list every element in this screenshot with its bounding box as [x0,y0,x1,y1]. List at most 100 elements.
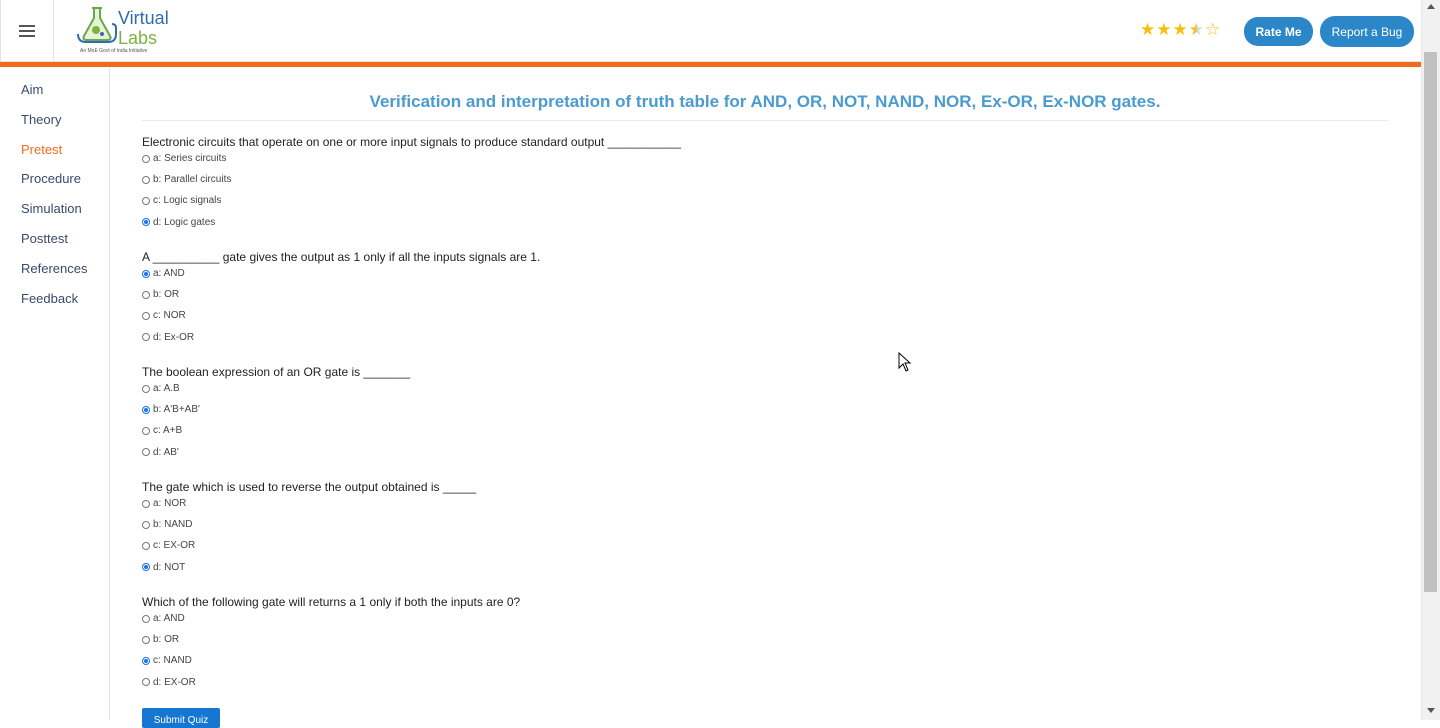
answer-option[interactable]: b: OR [142,634,179,645]
title-divider [142,120,1388,121]
answer-option[interactable]: d: AB' [142,447,179,458]
scroll-up-icon[interactable] [1427,4,1435,9]
logo-line-1: Virtual [118,8,169,28]
header-accent-bar [0,62,1421,67]
radio-button[interactable] [142,290,150,299]
vertical-scrollbar[interactable] [1421,0,1440,720]
radio-button[interactable] [142,563,150,572]
answer-option[interactable]: c: Logic signals [142,195,221,206]
star-full-icon: ★ [1156,20,1172,39]
hamburger-icon [19,25,35,37]
submit-quiz-button[interactable]: Submit Quiz [142,708,220,728]
answer-option[interactable]: d: Ex-OR [142,332,194,343]
question-text: Electronic circuits that operate on one … [142,135,682,149]
answer-option[interactable]: c: NOR [142,310,186,321]
radio-button[interactable] [142,218,150,227]
answer-option-label: d: NOT [153,561,186,573]
answer-option-label: d: Logic gates [153,216,216,228]
radio-button[interactable] [142,426,150,435]
sidebar-item-references[interactable]: References [21,261,87,276]
radio-button[interactable] [142,154,150,163]
sidebar-item-theory[interactable]: Theory [21,112,61,127]
answer-option[interactable]: c: NAND [142,655,192,666]
answer-option-label: d: EX-OR [153,676,196,688]
answer-option[interactable]: a: Series circuits [142,153,226,164]
radio-button[interactable] [142,405,150,414]
question-text: Which of the following gate will returns… [142,595,521,609]
answer-option-label: b: Parallel circuits [153,174,232,186]
flask-logo-icon [77,7,117,43]
answer-option-label: c: EX-OR [153,540,196,552]
radio-button[interactable] [142,175,150,184]
radio-button[interactable] [142,196,150,205]
answer-option[interactable]: a: A.B [142,383,180,394]
answer-option[interactable]: b: Parallel circuits [142,174,231,185]
logo-wordmark: Virtual Labs [118,8,169,48]
answer-option-label: a: AND [153,613,185,624]
sidebar-item-feedback[interactable]: Feedback [21,291,78,306]
answer-option-label: a: Series circuits [153,153,227,164]
radio-button[interactable] [142,635,150,644]
answer-option[interactable]: b: A'B+AB' [142,404,200,415]
answer-option[interactable]: d: Logic gates [142,217,215,228]
radio-button[interactable] [142,656,150,665]
star-full-icon: ★ [1140,20,1156,39]
answer-option[interactable]: a: AND [142,613,185,624]
sidebar-item-posttest[interactable]: Posttest [21,231,68,246]
answer-option-label: b: NAND [153,519,193,531]
radio-button[interactable] [142,448,150,457]
radio-button[interactable] [142,333,150,342]
radio-button[interactable] [142,520,150,529]
mouse-cursor-icon [898,352,912,372]
rate-me-button[interactable]: Rate Me [1244,17,1313,46]
sidebar-item-procedure[interactable]: Procedure [21,171,81,186]
sidebar-item-aim[interactable]: Aim [21,82,43,97]
hamburger-menu-button[interactable] [0,0,54,62]
virtual-labs-logo[interactable]: Virtual Labs An MoE Govt of India Initia… [68,2,190,58]
question-text: A __________ gate gives the output as 1 … [142,250,541,264]
answer-option[interactable]: d: EX-OR [142,677,196,688]
logo-line-2: Labs [118,28,158,48]
answer-option[interactable]: a: AND [142,268,185,279]
radio-button[interactable] [142,678,150,687]
sidebar-item-pretest[interactable]: Pretest [21,142,62,157]
answer-option-label: a: AND [153,268,185,279]
answer-option[interactable]: d: NOT [142,562,185,573]
logo-tagline: An MoE Govt of India Initiative [80,48,148,54]
radio-button[interactable] [142,499,150,508]
radio-button[interactable] [142,384,150,393]
question-text: The boolean expression of an OR gate is … [142,365,411,379]
answer-option-label: c: A+B [153,425,183,437]
answer-option[interactable]: c: EX-OR [142,540,195,551]
question-text: The gate which is used to reverse the ou… [142,480,477,494]
scroll-down-icon[interactable] [1427,708,1435,713]
answer-option-label: b: OR [153,289,180,301]
answer-option-label: a: A.B [153,383,180,394]
sidebar-item-simulation[interactable]: Simulation [21,201,82,216]
star-full-icon: ★ [1172,20,1188,39]
radio-button[interactable] [142,311,150,320]
star-rating[interactable]: ★ ★ ★ ★ ☆ [1140,21,1220,39]
answer-option[interactable]: b: NAND [142,519,192,530]
answer-option-label: d: AB' [153,446,179,458]
report-bug-button[interactable]: Report a Bug [1320,16,1414,47]
answer-option-label: d: Ex-OR [153,331,195,343]
answer-option-label: c: NAND [153,655,192,667]
answer-option-label: a: NOR [153,498,187,509]
radio-button[interactable] [142,269,150,278]
answer-option[interactable]: c: A+B [142,425,182,436]
answer-option-label: c: Logic signals [153,195,222,207]
radio-button[interactable] [142,541,150,550]
page-title: Verification and interpretation of truth… [369,92,1161,111]
answer-option-label: b: OR [153,634,180,646]
answer-option-label: b: A'B+AB' [153,404,200,416]
answer-option-label: c: NOR [153,310,186,322]
answer-option[interactable]: b: OR [142,289,179,300]
sidebar-nav: Aim Theory Pretest Procedure Simulation … [0,67,110,720]
star-empty-icon: ☆ [1205,20,1221,39]
answer-option[interactable]: a: NOR [142,498,186,509]
top-header: Virtual Labs An MoE Govt of India Initia… [0,0,1421,62]
scrollbar-thumb[interactable] [1424,52,1437,592]
star-half-icon: ★ [1188,20,1204,39]
radio-button[interactable] [142,614,150,623]
